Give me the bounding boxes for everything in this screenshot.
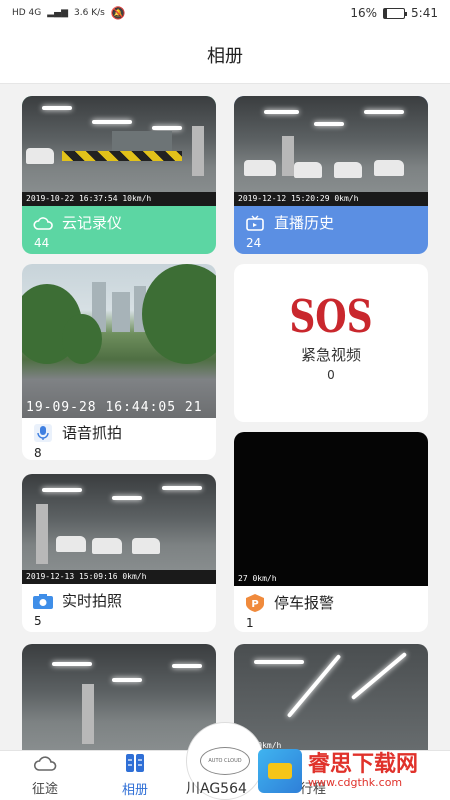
- status-bar: HD 4G ▂▄▆ 3.6 K/s 🔕 16% 5:41: [0, 0, 450, 26]
- battery-icon: [383, 7, 408, 19]
- album-thumbnail: [22, 644, 216, 750]
- watermark-url: www.cdgthk.com: [308, 776, 403, 790]
- network-indicator: HD 4G: [12, 8, 42, 18]
- album-grid: 2019-10-22 16:37:54 10km/h 云记录仪 44 2019-…: [0, 84, 450, 750]
- mute-icon: 🔕: [110, 6, 126, 20]
- tab-journey[interactable]: 征途: [0, 751, 90, 800]
- tv-icon: [244, 213, 266, 233]
- album-count: 44: [34, 236, 50, 250]
- album-count: 5: [34, 614, 42, 628]
- album-count: 1: [246, 616, 254, 630]
- video-timestamp: 2019-12-12 15:20:29 0km/h: [238, 194, 359, 203]
- video-timestamp: 2019-10-22 16:37:54 10km/h: [26, 194, 152, 203]
- album-label: 停车报警: [274, 594, 335, 612]
- video-timestamp: 2019-12-13 15:09:16 0km/h: [26, 572, 147, 581]
- album-card-live[interactable]: 2019-12-12 15:20:29 0km/h 直播历史 24: [234, 96, 428, 254]
- album-thumbnail: 19-09-28 16:44:05 21: [22, 264, 216, 418]
- sos-badge: SOS: [289, 290, 373, 344]
- album-card-sos[interactable]: SOS 紧急视频 0: [234, 264, 428, 422]
- battery-percent: 16%: [350, 6, 378, 20]
- album-thumbnail: 2019-10-22 16:37:54 10km/h: [22, 96, 216, 206]
- clock: 5:41: [411, 6, 438, 20]
- plate-number[interactable]: 川AG564: [186, 778, 247, 798]
- cloud-icon: [32, 213, 54, 233]
- tab-label: 征途: [31, 782, 58, 797]
- tab-album[interactable]: 相册: [90, 751, 180, 800]
- album-icon: [124, 753, 146, 777]
- album-label: 云记录仪: [62, 214, 123, 232]
- cloud-outline-icon: [33, 754, 57, 776]
- album-label: 语音抓拍: [62, 424, 123, 442]
- net-speed: 3.6 K/s: [74, 8, 105, 18]
- album-card-voice[interactable]: 19-09-28 16:44:05 21 语音抓拍 8: [22, 264, 216, 460]
- album-count: 24: [246, 236, 262, 250]
- tab-label: 相册: [121, 783, 148, 798]
- album-card-cloud[interactable]: 2019-10-22 16:37:54 10km/h 云记录仪 44: [22, 96, 216, 254]
- album-card-partial-right[interactable]: :46 0km/h: [234, 644, 428, 750]
- album-card-parking[interactable]: 27 0km/h P 停车报警 1: [234, 432, 428, 632]
- microphone-icon: [32, 423, 54, 443]
- album-thumbnail: 2019-12-13 15:09:16 0km/h: [22, 474, 216, 584]
- camera-icon: [32, 591, 54, 611]
- album-label: 实时拍照: [62, 592, 123, 610]
- album-count: 8: [34, 446, 42, 460]
- album-thumbnail: 27 0km/h: [234, 432, 428, 586]
- device-logo: AUTO CLOUD: [200, 747, 250, 775]
- album-thumbnail: 2019-12-12 15:20:29 0km/h: [234, 96, 428, 206]
- album-count: 0: [327, 368, 335, 382]
- album-card-photo[interactable]: 2019-12-13 15:09:16 0km/h 实时拍照 5: [22, 474, 216, 632]
- watermark-logo-icon: [258, 749, 302, 793]
- album-thumbnail: :46 0km/h: [234, 644, 428, 750]
- watermark-title: 睿思下载网: [308, 751, 419, 777]
- page-title: 相册: [207, 45, 243, 67]
- watermark: 睿思下载网 www.cdgthk.com: [258, 744, 444, 798]
- svg-text:P: P: [251, 599, 258, 610]
- video-timestamp: 27 0km/h: [238, 574, 277, 583]
- album-label: 直播历史: [274, 214, 335, 232]
- album-label: 紧急视频: [300, 346, 361, 364]
- page-header: 相册: [0, 26, 450, 84]
- parking-alert-icon: P: [244, 593, 266, 613]
- signal-icon: ▂▄▆: [47, 8, 69, 18]
- video-timestamp: 19-09-28 16:44:05 21: [26, 400, 203, 415]
- album-card-partial-left[interactable]: [22, 644, 216, 750]
